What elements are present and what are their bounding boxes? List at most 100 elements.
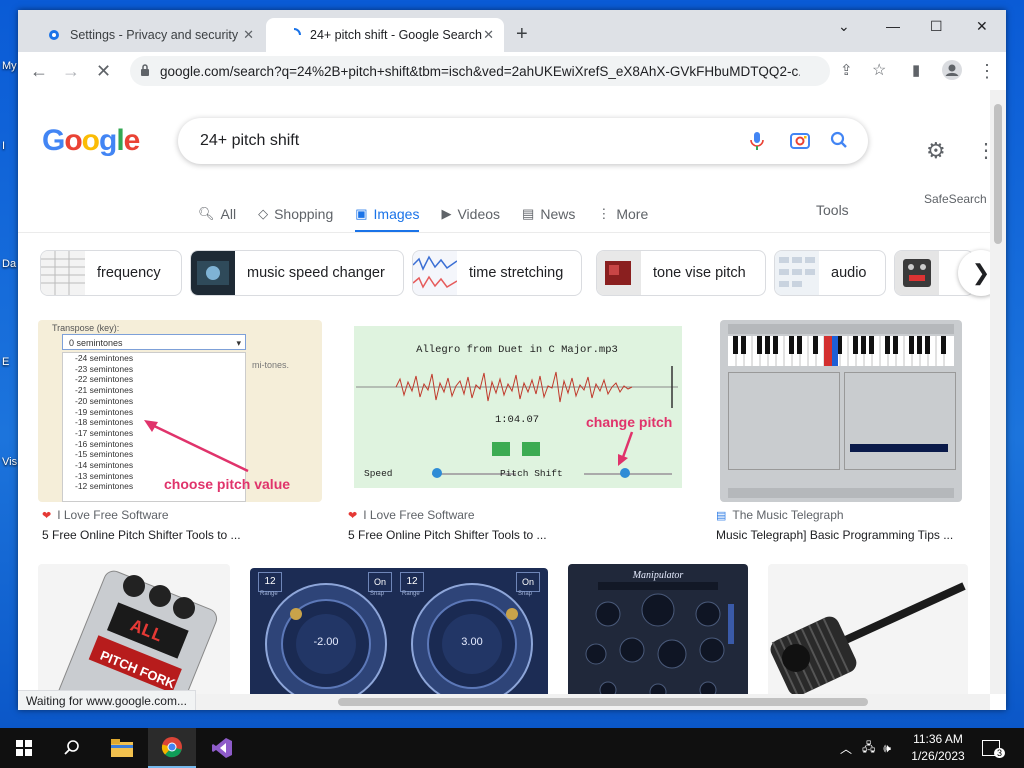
start-button[interactable] [0,728,48,768]
nav-news[interactable]: ▤ News [522,198,575,230]
nav-all[interactable]: 🔍︎ All [198,198,236,230]
google-logo[interactable]: Google [42,124,140,158]
heart-icon: ❤ [348,509,358,522]
newspaper-icon: ▤ [522,206,535,221]
chip-frequency[interactable]: frequency [40,250,182,296]
visual-studio-button[interactable] [198,728,246,768]
profile-avatar-icon[interactable] [942,60,962,85]
nav-label: News [540,206,576,222]
chip-tone-vise-pitch[interactable]: tone vise pitch [596,250,766,296]
address-bar[interactable]: google.com/search?q=24%2B+pitch+shift&tb… [130,56,830,86]
pitch-slider-knob [620,468,630,478]
chip-thumbnail [775,251,819,295]
pitch-option: -23 semintones [75,363,134,374]
desktop-icon-label[interactable]: Vis [2,456,17,468]
url-text: google.com/search?q=24%2B+pitch+shift&tb… [160,63,800,79]
result-image[interactable]: 12 Range On Snap 12 Range On Snap -2.00 … [250,568,548,710]
tab-settings[interactable]: Settings - Privacy and security ✕ [26,18,264,52]
knurled-pitch-knob-graphic [770,582,966,697]
annotation-text: choose pitch value [164,476,291,492]
pitch-option: -20 semintones [75,395,134,406]
forward-arrow-icon[interactable]: → [62,60,80,82]
lock-icon[interactable] [140,63,150,79]
scrollbar-thumb[interactable] [338,698,868,706]
new-tab-button[interactable]: + [516,24,528,44]
microphone-icon[interactable] [750,131,764,156]
minimize-button[interactable]: — [886,18,900,34]
result-image[interactable] [720,320,962,502]
chip-time-stretching[interactable]: time stretching [412,250,582,296]
safesearch-button[interactable]: SafeSearch [924,192,987,206]
pitch-option: -21 semintones [75,385,134,396]
plugin-panel-right [844,372,956,470]
tab-search-dropdown-icon[interactable]: ⌄ [838,18,850,35]
chip-audio[interactable]: audio [774,250,886,296]
vertical-scrollbar[interactable] [990,90,1006,694]
result-source[interactable]: ❤ I Love Free Software [42,508,169,522]
result-image[interactable]: ALL PITCH FORK [38,564,230,710]
chip-thumbnail [413,251,457,295]
notifications-button[interactable]: 3 [982,728,1006,768]
search-button[interactable] [48,728,96,768]
tab-title: Settings - Privacy and security [70,28,239,42]
nav-label: More [616,206,649,222]
loading-spinner-icon [286,27,302,43]
chip-music-speed-changer[interactable]: music speed changer [190,250,404,296]
result-title[interactable]: 5 Free Online Pitch Shifter Tools to ... [42,528,241,542]
search-box[interactable]: 24+ pitch shift [178,118,868,164]
tab-strip: Settings - Privacy and security ✕ 24+ pi… [18,10,1006,52]
pitch-knobs-graphic [265,583,533,705]
side-panel-icon[interactable]: ▮ [912,60,920,82]
nav-shopping[interactable]: ◇ Shopping [258,198,333,230]
file-explorer-button[interactable] [98,728,146,768]
desktop-icon-label[interactable]: E [2,356,9,368]
result-image[interactable]: Transpose (key): 0 semintones ▾ mi-tones… [38,320,322,502]
plugin-tabbar [728,324,954,334]
result-image[interactable] [768,564,968,710]
nav-images[interactable]: ▣ Images [355,198,420,233]
maximize-button[interactable]: ☐ [930,18,943,35]
back-arrow-icon[interactable]: ← [30,60,48,82]
search-query[interactable]: 24+ pitch shift [200,132,299,150]
pitch-option: -24 semintones [75,353,134,363]
menu-kebab-icon[interactable]: ⋮ [978,60,996,82]
loop-button-icon [522,442,540,456]
result-image[interactable]: Manipulator [568,564,748,710]
desktop-icon-label[interactable]: My [2,60,17,72]
close-icon[interactable]: ✕ [483,27,494,43]
result-image[interactable]: Allegro from Duet in C Major.mp3 1:04.07… [344,320,690,502]
chrome-taskbar-button[interactable] [148,728,196,768]
result-source[interactable]: ❤ I Love Free Software [348,508,475,522]
close-icon[interactable]: ✕ [243,27,254,43]
camera-search-icon[interactable] [790,131,810,154]
result-title[interactable]: 5 Free Online Pitch Shifter Tools to ... [348,528,547,542]
pitch-shift-label: Pitch Shift [500,468,563,479]
desktop-icon-label[interactable]: Da [2,258,16,270]
network-icon[interactable]: 🖧︎ [862,738,875,759]
tab-search[interactable]: 24+ pitch shift - Google Search ✕ [266,18,504,52]
search-icon[interactable] [830,131,848,154]
volume-icon[interactable]: 🕪︎ [883,741,891,756]
folder-icon [111,739,133,757]
apps-grid-icon[interactable]: ⋮ [976,138,990,163]
status-bar: Waiting for www.google.com... [18,690,196,710]
clock[interactable]: 11:36 AM 1/26/2023 [908,731,968,765]
nav-label: Shopping [274,206,334,222]
result-title[interactable]: Music Telegraph] Basic Programming Tips … [716,528,953,542]
stop-loading-icon[interactable]: ✕ [96,60,111,82]
nav-more[interactable]: ⋮ More [597,198,648,230]
tools-button[interactable]: Tools [816,202,849,218]
divider [18,232,990,233]
plugin-panel-left [728,372,840,470]
nav-videos[interactable]: ▶ Videos [441,198,500,230]
close-window-button[interactable]: ✕ [976,18,988,35]
clock-time: 11:36 AM [913,732,963,746]
result-source[interactable]: ▤ The Music Telegraph [716,508,844,522]
share-icon[interactable]: ⇪ [840,60,853,82]
scrollbar-thumb[interactable] [994,104,1002,244]
desktop-icon-label[interactable]: I [2,140,5,152]
bookmark-star-icon[interactable]: ☆ [872,60,886,82]
chevron-up-icon[interactable]: ︿ [840,740,852,757]
gear-icon[interactable]: ⚙ [926,138,946,164]
knob-right-value: 3.00 [461,636,483,648]
